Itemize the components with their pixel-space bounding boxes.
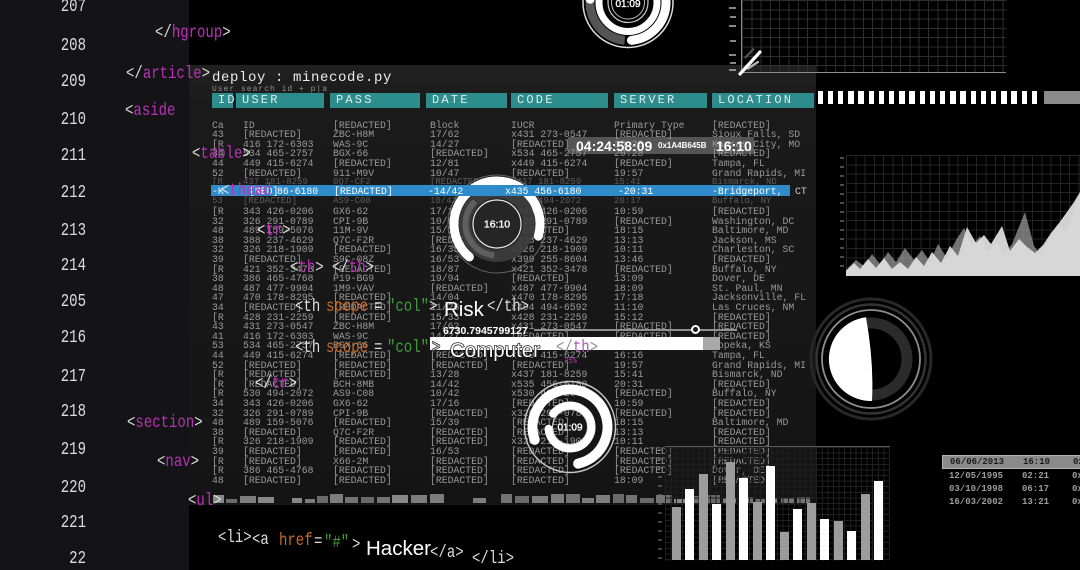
svg-text:01:09: 01:09 bbox=[557, 423, 582, 434]
